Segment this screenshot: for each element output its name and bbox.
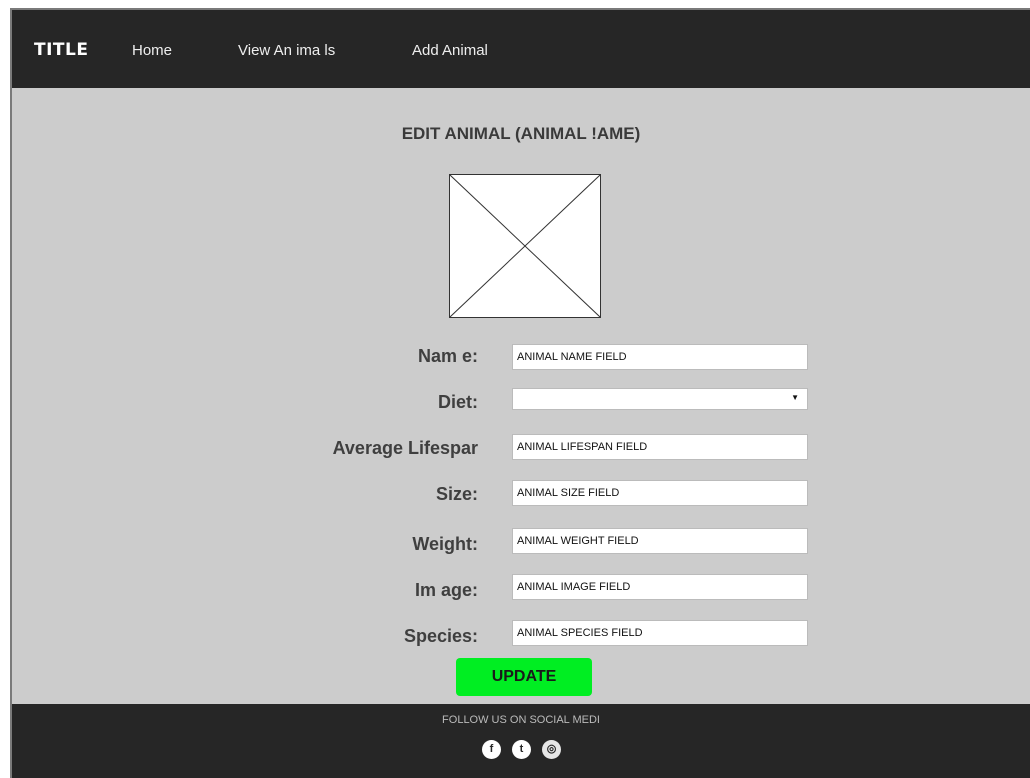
instagram-icon[interactable]: ◎ xyxy=(542,740,561,759)
weight-label: Weight: xyxy=(412,534,478,554)
chevron-down-icon: ▼ xyxy=(791,393,799,402)
update-button[interactable]: UPDATE xyxy=(456,658,592,696)
name-field[interactable]: ANIMAL NAME FIELD xyxy=(512,344,808,370)
nav-link-home[interactable]: Home xyxy=(132,42,172,59)
size-field[interactable]: ANIMAL SIZE FIELD xyxy=(512,480,808,506)
name-label: Nam e: xyxy=(417,346,478,366)
image-field[interactable]: ANIMAL IMAGE FIELD xyxy=(512,574,808,600)
footer-follow-text: FOLLOW US ON SOCIAL MEDI xyxy=(442,714,600,726)
image-label: Im age: xyxy=(414,580,478,600)
app-frame: TITLE Home View An ima ls Add Animal EDI… xyxy=(10,8,1030,778)
navbar: TITLE Home View An ima ls Add Animal xyxy=(12,10,1030,88)
weight-field[interactable]: ANIMAL WEIGHT FIELD xyxy=(512,528,808,554)
nav-link-add-animal[interactable]: Add Animal xyxy=(412,42,488,59)
lifespan-label: Average Lifespar xyxy=(332,438,478,458)
size-label: Size: xyxy=(435,484,478,504)
species-label: Species: xyxy=(403,626,478,646)
nav-link-view-animals[interactable]: View An ima ls xyxy=(238,42,335,59)
image-placeholder-icon xyxy=(450,175,600,317)
diet-label: Diet: xyxy=(438,392,478,412)
lifespan-field[interactable]: ANIMAL LIFESPAN FIELD xyxy=(512,434,808,460)
footer: FOLLOW US ON SOCIAL MEDI f t ◎ xyxy=(12,704,1030,778)
page-title: EDIT ANIMAL (ANIMAL !AME) xyxy=(401,124,641,143)
twitter-icon[interactable]: t xyxy=(512,740,531,759)
facebook-icon[interactable]: f xyxy=(482,740,501,759)
diet-select[interactable]: ▼ xyxy=(512,388,808,410)
animal-image-placeholder xyxy=(449,174,601,318)
species-field[interactable]: ANIMAL SPECIES FIELD xyxy=(512,620,808,646)
site-title: TITLE xyxy=(34,40,89,60)
